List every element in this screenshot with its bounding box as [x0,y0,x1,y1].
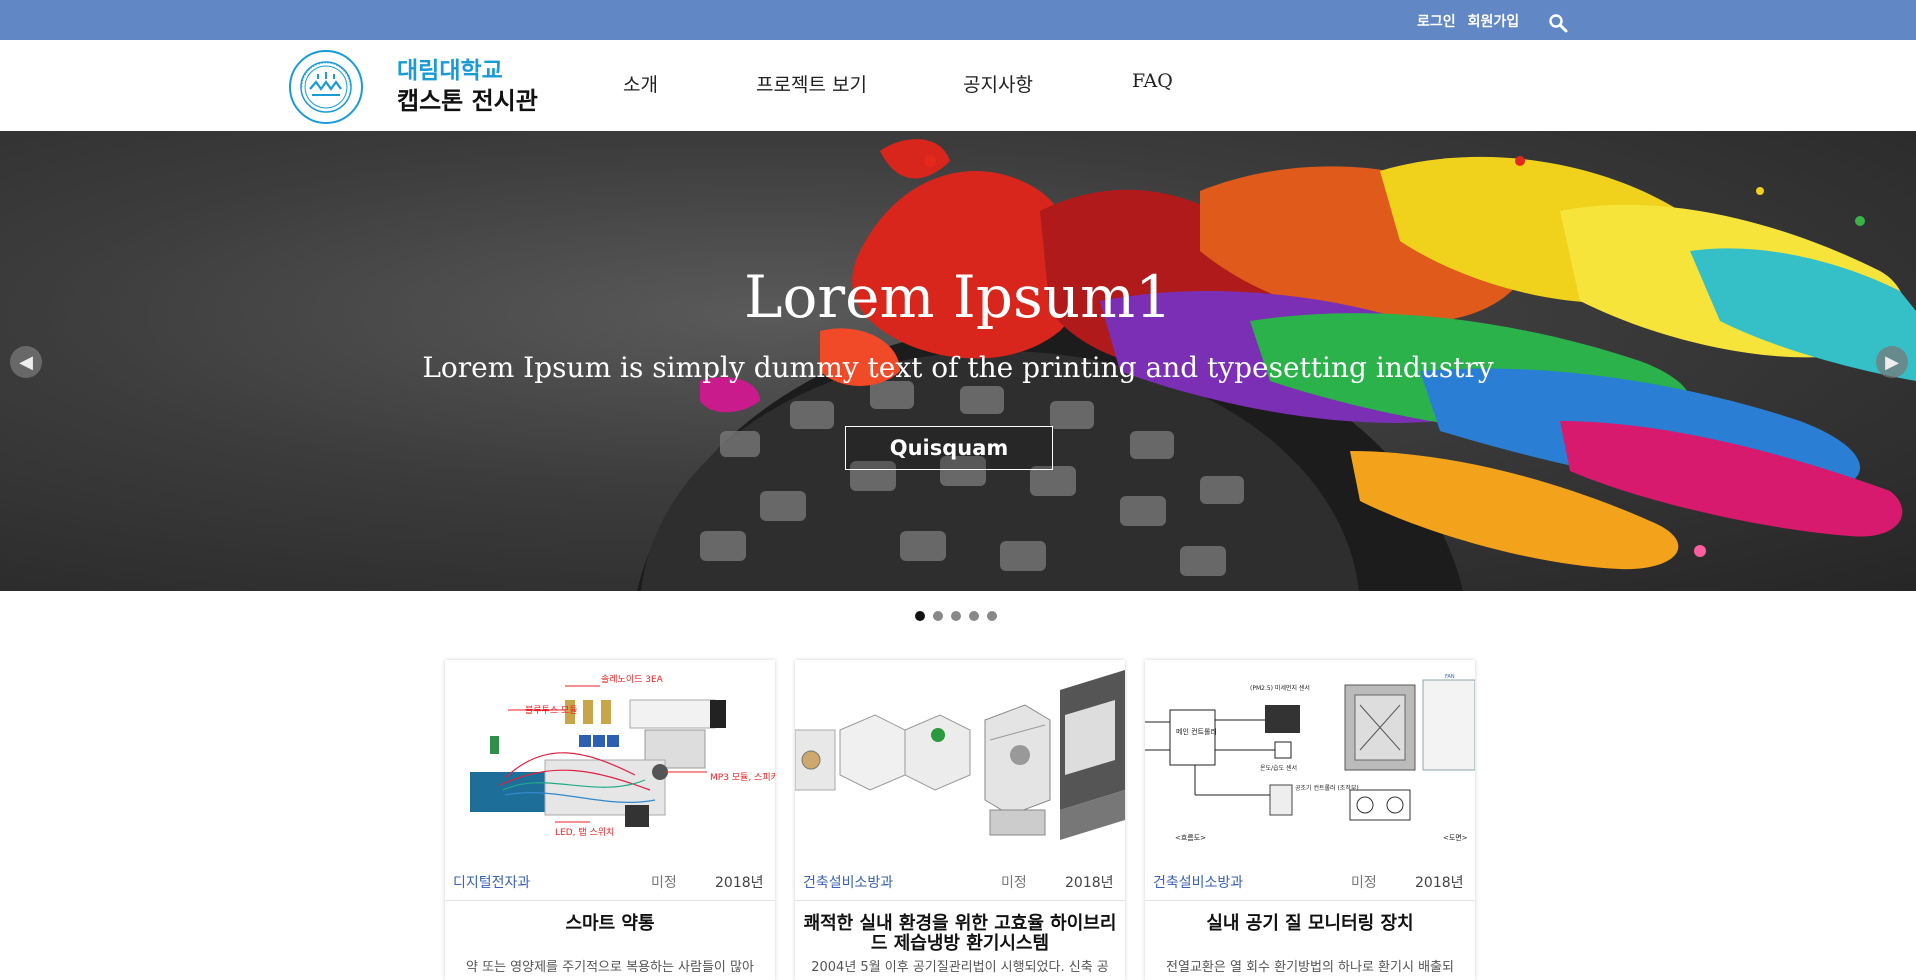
project-year: 2018년 [1415,875,1464,891]
thumb-label: FAN [1445,674,1455,680]
carousel-dot-2[interactable] [933,611,943,621]
project-thumbnail[interactable] [795,660,1125,858]
user-links: 로그인 회원가입 [1417,11,1519,31]
project-department: 건축설비소방과 [803,875,894,891]
thumb-label: 블루투스 모듈 [525,705,578,716]
thumb-label: 공조기 컨트롤러 (조작부) [1295,784,1359,792]
chevron-left-icon: ◀ [19,351,33,373]
signup-link[interactable]: 회원가입 [1468,11,1520,31]
project-thumbnail[interactable]: 메인 컨트롤러 (PM2.5) 미세먼지 센서 온도/습도 센서 공조기 컨트롤… [1145,660,1475,858]
project-department: 디지털전자과 [453,875,531,891]
project-meta: 건축설비소방과 미정 2018년 [795,872,1125,892]
project-title[interactable]: 실내 공기 질 모니터링 장치 [1151,914,1469,934]
carousel-dot-1[interactable] [915,611,925,621]
thumb-label: MP3 모듈, 스피커 [710,772,775,783]
brand-university: 대림대학교 [397,58,503,84]
project-status: 미정 [651,875,677,891]
project-year: 2018년 [1065,875,1114,891]
university-seal-logo[interactable] [288,49,364,125]
hero-carousel: Lorem Ipsum1 Lorem Ipsum is simply dummy… [0,131,1916,591]
nav-item-faq[interactable]: FAQ [1132,70,1173,92]
project-meta: 디지털전자과 미정 2018년 [445,872,775,892]
nav-item-projects[interactable]: 프로젝트 보기 [756,70,867,97]
chevron-right-icon: ▶ [1885,351,1899,373]
card-divider [445,900,775,901]
project-status: 미정 [1001,875,1027,891]
thumb-label: 솔레노이드 3EA [601,674,664,685]
site-brand[interactable]: 대림대학교 캡스톤 전시관 [397,56,538,116]
project-year: 2018년 [715,875,764,891]
hero-title: Lorem Ipsum1 [744,263,1172,331]
thumb-label: 온도/습도 센서 [1260,764,1297,772]
project-card[interactable]: 메인 컨트롤러 (PM2.5) 미세먼지 센서 온도/습도 센서 공조기 컨트롤… [1145,660,1475,980]
project-title[interactable]: 쾌적한 실내 환경을 위한 고효율 하이브리드 제습냉방 환기시스템 [801,914,1119,954]
search-icon[interactable] [1548,13,1568,33]
thumb-label: <흐름도> [1175,834,1206,842]
carousel-dot-4[interactable] [969,611,979,621]
nav-item-notices[interactable]: 공지사항 [963,70,1033,97]
thumb-label: 메인 컨트롤러 [1176,727,1217,736]
hero-subtitle: Lorem Ipsum is simply dummy text of the … [422,351,1494,384]
carousel-indicators [915,611,997,621]
carousel-prev-button[interactable]: ◀ [10,346,42,378]
carousel-dot-3[interactable] [951,611,961,621]
thumb-label: <도면> [1443,833,1468,842]
project-department: 건축설비소방과 [1153,875,1244,891]
nav-item-intro[interactable]: 소개 [623,70,658,97]
project-card[interactable]: 건축설비소방과 미정 2018년 쾌적한 실내 환경을 위한 고효율 하이브리드… [795,660,1125,980]
carousel-next-button[interactable]: ▶ [1876,346,1908,378]
project-status: 미정 [1351,875,1377,891]
project-card[interactable]: 솔레노이드 3EA 블루투스 모듈 MP3 모듈, 스피커 LED, 탭 스위치… [445,660,775,980]
top-utility-bar: 로그인 회원가입 [0,0,1916,40]
thumb-label: LED, 탭 스위치 [555,826,614,838]
login-link[interactable]: 로그인 [1417,11,1456,31]
brand-exhibition: 캡스톤 전시관 [397,87,538,115]
carousel-dot-5[interactable] [987,611,997,621]
thumb-label: (PM2.5) 미세먼지 센서 [1250,684,1310,692]
card-divider [1145,900,1475,901]
card-divider [795,900,1125,901]
project-title[interactable]: 스마트 약통 [451,914,769,934]
project-thumbnail[interactable]: 솔레노이드 3EA 블루투스 모듈 MP3 모듈, 스피커 LED, 탭 스위치 [445,660,775,858]
project-meta: 건축설비소방과 미정 2018년 [1145,872,1475,892]
hero-cta-button[interactable]: Quisquam [845,426,1053,470]
